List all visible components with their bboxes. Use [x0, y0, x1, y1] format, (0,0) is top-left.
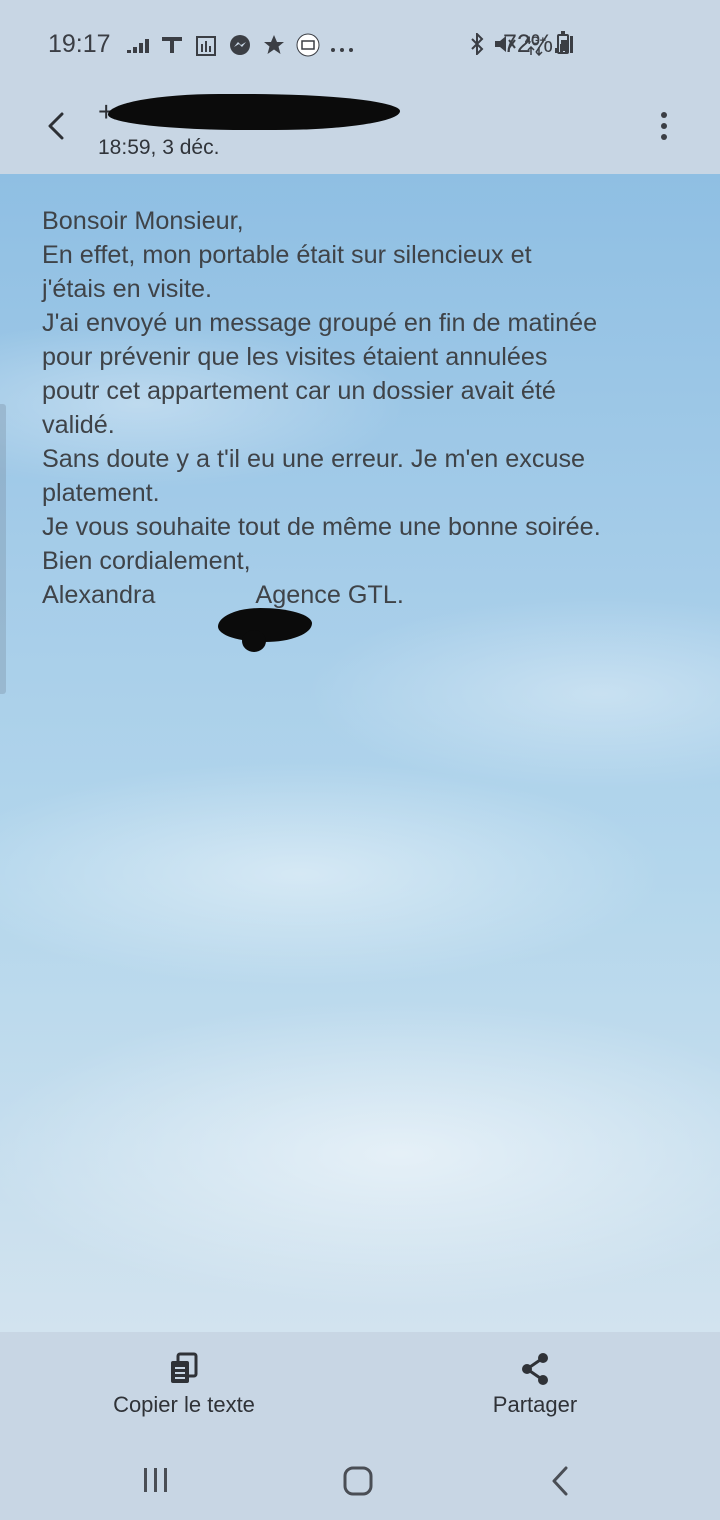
message-text[interactable]: Bonsoir Monsieur, En effet, mon portable…	[42, 204, 692, 652]
message-line: j'étais en visite.	[42, 275, 213, 303]
share-button[interactable]: Partager	[460, 1352, 610, 1418]
message-line: pour prévenir que les visites étaient an…	[42, 343, 548, 371]
message-line: Bonsoir Monsieur,	[42, 207, 244, 235]
message-line: Sans doute y a t'il eu une erreur. Je m'…	[42, 445, 586, 473]
more-options-button[interactable]	[652, 108, 676, 144]
signal-bars-icon	[126, 37, 150, 60]
more-vert-icon	[661, 112, 667, 118]
message-line: En effet, mon portable était sur silenci…	[42, 241, 532, 269]
message-view[interactable]: Bonsoir Monsieur, En effet, mon portable…	[0, 174, 720, 1332]
message-line: validé.	[42, 411, 115, 439]
back-arrow-icon	[552, 1466, 568, 1496]
message-line: Bien cordialement,	[42, 547, 251, 575]
status-bar: 19:17 4G+ 72%	[0, 0, 720, 90]
recents-button[interactable]	[136, 1464, 176, 1498]
signature-agency: Agence GTL.	[255, 581, 404, 609]
redacted-contact-number	[108, 94, 400, 130]
message-line: platement.	[42, 479, 160, 507]
copy-icon	[171, 1352, 198, 1383]
signature-first-name: Alexandra	[42, 581, 156, 609]
messenger-icon	[228, 34, 252, 62]
message-signature: Alexandra Agence GTL.	[42, 578, 692, 612]
message-line: poutr cet appartement car un dossier ava…	[42, 377, 556, 405]
more-dots-icon	[330, 37, 354, 60]
chevron-left-icon	[48, 112, 64, 140]
battery-percent: 72%	[503, 30, 554, 58]
navigation-bar	[0, 1438, 720, 1520]
status-time: 19:17	[48, 30, 111, 58]
home-icon	[343, 1466, 373, 1496]
nav-back-button[interactable]	[540, 1464, 580, 1498]
news-icon	[160, 35, 184, 61]
share-label: Partager	[492, 1392, 578, 1417]
back-button[interactable]	[36, 106, 76, 146]
message-header: + 18:59, 3 déc.	[0, 90, 720, 174]
scroll-indicator	[0, 404, 6, 694]
redacted-surname	[218, 608, 312, 652]
battery-icon	[557, 31, 569, 54]
star-icon	[262, 34, 286, 62]
share-icon	[522, 1353, 548, 1385]
home-button[interactable]	[338, 1464, 378, 1498]
message-line: Je vous souhaite tout de même une bonne …	[42, 513, 601, 541]
mytf1-icon	[296, 33, 320, 63]
copy-text-label: Copier le texte	[113, 1392, 255, 1417]
message-timestamp: 18:59, 3 déc.	[98, 136, 220, 159]
notification-icons	[126, 33, 354, 63]
copy-text-button[interactable]: Copier le texte	[94, 1352, 274, 1418]
action-bar: Copier le texte Partager	[0, 1332, 720, 1438]
message-line: J'ai envoyé un message groupé en fin de …	[42, 309, 598, 337]
recents-icon	[144, 1468, 167, 1492]
bluetooth-icon	[469, 31, 485, 61]
calendar-icon	[194, 34, 218, 62]
